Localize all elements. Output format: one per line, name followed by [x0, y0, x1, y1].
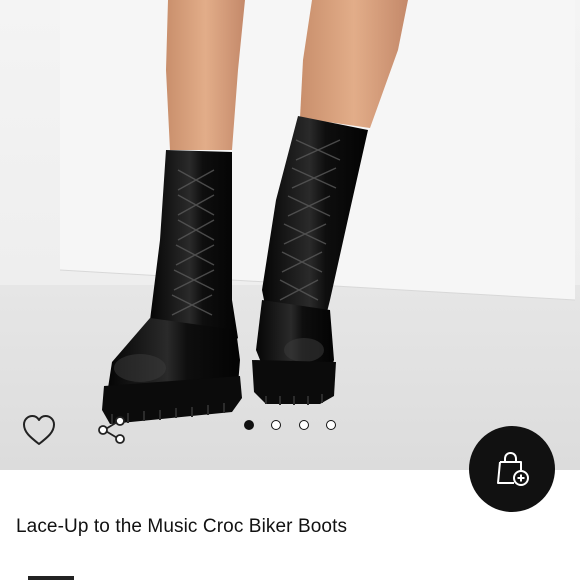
product-photo[interactable] [0, 0, 580, 470]
heart-outline-icon [23, 415, 55, 445]
share-button[interactable] [97, 415, 127, 445]
carousel-dot-4[interactable] [325, 420, 336, 430]
share-icon [98, 416, 125, 444]
product-title: Lace-Up to the Music Croc Biker Boots [16, 516, 348, 537]
shopping-bag-plus-icon [497, 451, 529, 486]
boots-illustration [0, 0, 580, 470]
product-page: Lace-Up to the Music Croc Biker Boots [0, 0, 580, 580]
add-to-bag-button[interactable] [469, 426, 555, 512]
carousel-dot-2[interactable] [271, 420, 282, 430]
carousel-indicator [244, 418, 336, 432]
carousel-dot-1[interactable] [244, 420, 254, 430]
bottom-indicator-bar [28, 576, 74, 580]
carousel-dot-3[interactable] [298, 420, 309, 430]
favorite-button[interactable] [20, 412, 58, 448]
